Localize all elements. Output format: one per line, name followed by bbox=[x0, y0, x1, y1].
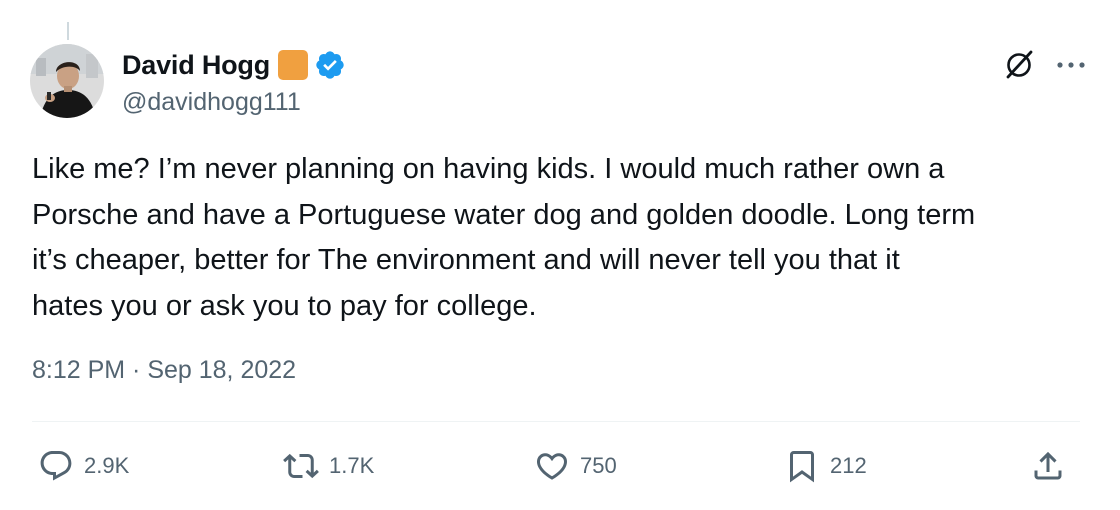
avatar-image bbox=[30, 44, 104, 118]
affiliate-badge-icon[interactable] bbox=[278, 50, 309, 80]
reply-icon bbox=[40, 451, 72, 481]
bookmark-button[interactable]: 212 bbox=[784, 446, 867, 486]
grok-icon[interactable] bbox=[1002, 48, 1036, 82]
divider bbox=[32, 421, 1080, 422]
share-button[interactable] bbox=[1030, 446, 1066, 486]
share-icon bbox=[1034, 451, 1062, 480]
like-icon bbox=[536, 453, 568, 480]
repost-icon bbox=[283, 453, 319, 479]
like-count: 750 bbox=[580, 453, 617, 478]
author-row: David Hogg bbox=[122, 47, 346, 83]
bookmark-count: 212 bbox=[830, 453, 867, 478]
avatar[interactable] bbox=[30, 44, 104, 118]
repost-button[interactable]: 1.7K bbox=[283, 446, 374, 486]
reply-count: 2.9K bbox=[84, 453, 130, 478]
tweet-text: Like me? I’m never planning on having ki… bbox=[32, 153, 976, 322]
author-handle[interactable]: @davidhogg111 bbox=[122, 88, 301, 117]
like-button[interactable]: 750 bbox=[534, 446, 617, 486]
thread-connector bbox=[67, 22, 69, 40]
verified-badge-icon[interactable] bbox=[314, 49, 346, 81]
tweet-timestamp[interactable]: 8:12 PM · Sep 18, 2022 bbox=[32, 356, 296, 385]
reply-button[interactable]: 2.9K bbox=[38, 446, 129, 486]
repost-count: 1.7K bbox=[329, 453, 375, 478]
tweet-header-actions bbox=[1002, 48, 1086, 82]
bookmark-icon bbox=[790, 451, 814, 483]
more-icon[interactable] bbox=[1056, 60, 1086, 70]
author-display-name[interactable]: David Hogg bbox=[122, 50, 270, 81]
